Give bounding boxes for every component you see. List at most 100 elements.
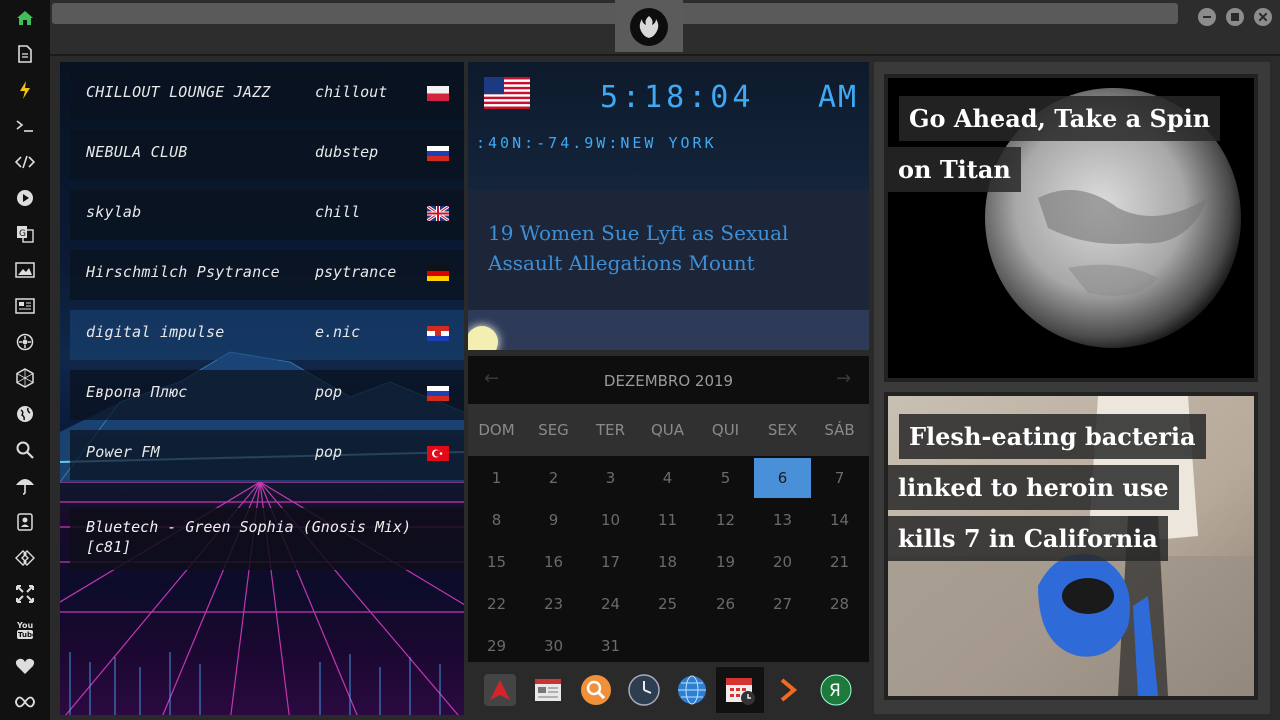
calendar-day[interactable]: 26 xyxy=(697,584,754,624)
clock-time: 5:18:04 xyxy=(600,80,755,115)
infinity-icon[interactable] xyxy=(12,689,38,715)
calendar-day[interactable]: 14 xyxy=(811,500,868,540)
maximize-button[interactable] xyxy=(1226,8,1244,26)
play-icon[interactable] xyxy=(12,185,38,211)
calendar-day[interactable]: 4 xyxy=(639,458,696,498)
station-name: CHILLOUT LOUNGE JAZZ xyxy=(86,83,271,101)
calendar-day[interactable]: 16 xyxy=(525,542,582,582)
arch-icon[interactable] xyxy=(482,672,518,708)
card-title-line: Flesh-eating bacteria xyxy=(899,414,1206,459)
weekday-header: DOM SEG TER QUA QUI SEX SÁB xyxy=(468,404,869,456)
weekday-label: SÁB xyxy=(824,421,855,439)
card-title: Flesh-eating bacteria linked to heroin u… xyxy=(888,414,1206,567)
calendar-day[interactable]: 12 xyxy=(697,500,754,540)
calendar-day[interactable]: 1 xyxy=(468,458,525,498)
svg-text:Tube: Tube xyxy=(18,631,34,639)
weekday-label: QUA xyxy=(650,421,685,439)
calendar-day[interactable]: 24 xyxy=(582,584,639,624)
image-icon[interactable] xyxy=(12,257,38,283)
station-genre: pop xyxy=(315,383,343,401)
calendar-day[interactable]: 3 xyxy=(582,458,639,498)
calendar-day[interactable]: 21 xyxy=(811,542,868,582)
calendar-day[interactable]: 17 xyxy=(582,542,639,582)
station-row[interactable]: Power FM pop xyxy=(70,430,464,480)
clock-icon[interactable] xyxy=(626,672,662,708)
calendar-day[interactable]: 10 xyxy=(582,500,639,540)
calendar-day[interactable]: 9 xyxy=(525,500,582,540)
calendar-app-icon[interactable] xyxy=(716,667,764,713)
svg-text:G: G xyxy=(19,229,26,239)
minimize-button[interactable] xyxy=(1198,8,1216,26)
hexagon-icon[interactable] xyxy=(12,365,38,391)
code-icon[interactable] xyxy=(12,149,38,175)
station-name: Power FM xyxy=(86,443,160,461)
app-dock: Я xyxy=(468,666,869,716)
news-card-titan[interactable]: Go Ahead, Take a Spin on Titan xyxy=(884,74,1258,382)
station-row[interactable]: NEBULA CLUB dubstep xyxy=(70,130,464,180)
flag-uk-icon xyxy=(427,206,449,221)
station-genre: dubstep xyxy=(315,143,379,161)
station-row[interactable]: Hirschmilch Psytrance psytrance xyxy=(70,250,464,300)
calendar-news-icon[interactable] xyxy=(530,672,566,708)
home-icon[interactable] xyxy=(12,5,38,31)
expand-icon[interactable] xyxy=(12,581,38,607)
document-icon[interactable] xyxy=(12,41,38,67)
calendar-day[interactable]: 22 xyxy=(468,584,525,624)
card-title-line: Go Ahead, Take a Spin xyxy=(899,96,1221,141)
globe-icon[interactable] xyxy=(12,401,38,427)
weekday-label: SEG xyxy=(538,421,569,439)
calendar-day[interactable]: 15 xyxy=(468,542,525,582)
calendar-day[interactable]: 6 xyxy=(754,458,811,498)
yandex-icon[interactable]: Я xyxy=(818,672,854,708)
calendar-day[interactable]: 2 xyxy=(525,458,582,498)
arrow-app-icon[interactable] xyxy=(770,672,806,708)
clock-location: :40N:-74.9W:NEW YORK xyxy=(476,134,717,152)
news-card-bacteria[interactable]: Flesh-eating bacteria linked to heroin u… xyxy=(884,392,1258,700)
rebel-emblem-icon xyxy=(630,8,668,46)
sun-icon xyxy=(468,326,498,350)
station-name: skylab xyxy=(86,203,142,221)
bolt-icon[interactable] xyxy=(12,77,38,103)
weekday-label: SEX xyxy=(767,421,798,439)
calendar-day[interactable]: 27 xyxy=(754,584,811,624)
calendar-day[interactable]: 5 xyxy=(697,458,754,498)
calendar-day[interactable]: 30 xyxy=(525,626,582,666)
station-name: NEBULA CLUB xyxy=(86,143,188,161)
calendar-day[interactable]: 13 xyxy=(754,500,811,540)
emblem-tab[interactable] xyxy=(615,0,683,52)
calendar-day[interactable]: 29 xyxy=(468,626,525,666)
translate-icon[interactable]: G xyxy=(12,221,38,247)
heart-icon[interactable] xyxy=(12,653,38,679)
contact-icon[interactable] xyxy=(12,509,38,535)
calendar-day[interactable]: 28 xyxy=(811,584,868,624)
search-app-icon[interactable] xyxy=(578,672,614,708)
calendar-day[interactable]: 25 xyxy=(639,584,696,624)
station-row[interactable]: digital impulse e.nic xyxy=(70,310,464,360)
station-row[interactable]: skylab chill xyxy=(70,190,464,240)
close-button[interactable] xyxy=(1254,8,1272,26)
flag-germany-icon xyxy=(427,266,449,281)
calendar-day[interactable]: 19 xyxy=(697,542,754,582)
card-title-line: linked to heroin use xyxy=(888,465,1179,510)
settings-icon[interactable] xyxy=(12,329,38,355)
calendar-day[interactable]: 23 xyxy=(525,584,582,624)
calendar-day[interactable]: 18 xyxy=(639,542,696,582)
station-row[interactable]: Европа Плюс pop xyxy=(70,370,464,420)
calendar-day[interactable]: 20 xyxy=(754,542,811,582)
calendar-day[interactable]: 7 xyxy=(811,458,868,498)
news-headline[interactable]: 19 Women Sue Lyft as Sexual Assault Alle… xyxy=(488,218,858,278)
search-icon[interactable] xyxy=(12,437,38,463)
calendar-month: DEZEMBRO 2019 xyxy=(603,372,734,390)
globe-app-icon[interactable] xyxy=(674,672,710,708)
station-genre: e.nic xyxy=(315,323,361,341)
tag-icon[interactable] xyxy=(12,545,38,571)
next-month-button[interactable]: → xyxy=(836,368,851,389)
calendar-day[interactable]: 31 xyxy=(582,626,639,666)
news-icon[interactable] xyxy=(12,293,38,319)
calendar-day[interactable]: 11 xyxy=(639,500,696,540)
calendar-day[interactable]: 8 xyxy=(468,500,525,540)
station-row[interactable]: CHILLOUT LOUNGE JAZZ chillout xyxy=(70,70,464,120)
umbrella-icon[interactable] xyxy=(12,473,38,499)
youtube-icon[interactable]: YouTube xyxy=(12,617,38,643)
terminal-icon[interactable] xyxy=(12,113,38,139)
